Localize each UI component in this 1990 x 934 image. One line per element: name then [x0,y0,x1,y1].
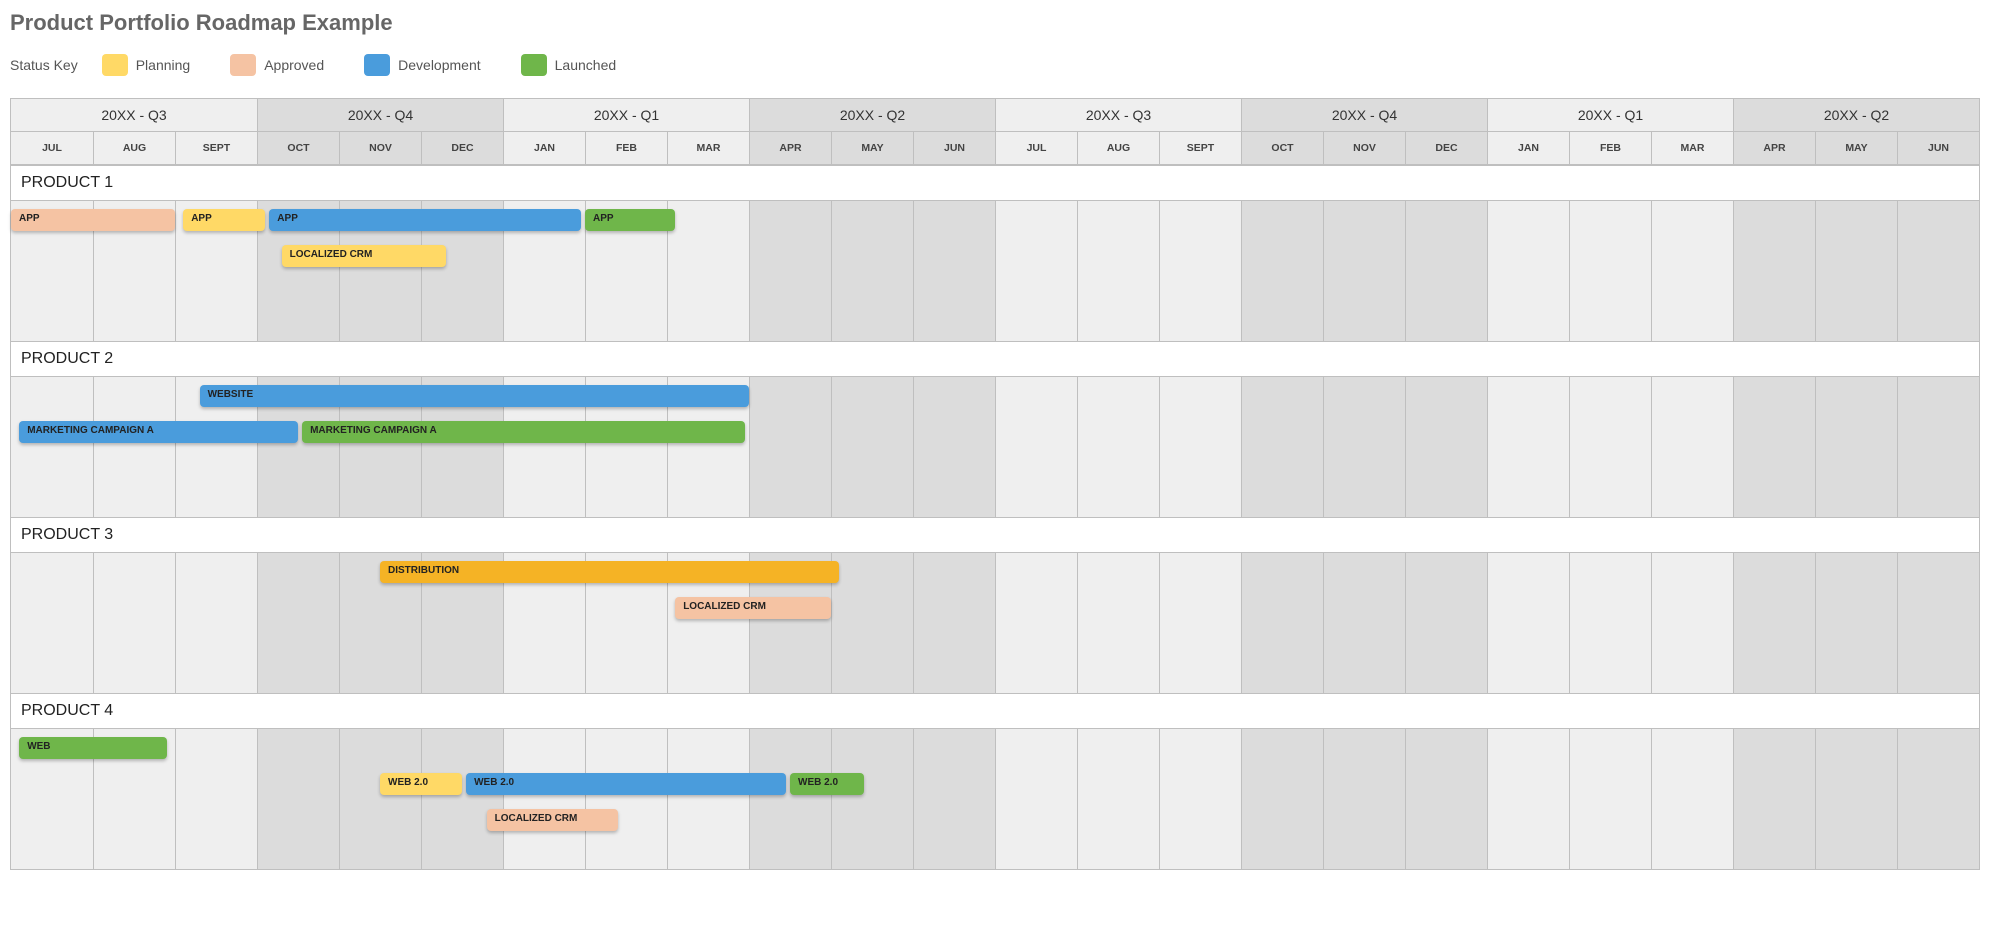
gantt-bar[interactable]: APP [11,209,175,231]
month-header: JUL [11,132,93,165]
month-header: AUG [93,132,175,165]
product-header: PRODUCT 2 [11,341,1979,377]
month-header: FEB [585,132,667,165]
month-header: AUG [1077,132,1159,165]
quarter-header-row: 20XX - Q320XX - Q420XX - Q120XX - Q220XX… [11,99,1979,132]
legend-item: Launched [521,54,617,76]
quarter-header: 20XX - Q3 [995,99,1241,132]
legend-text: Approved [264,57,324,73]
legend-swatch [102,54,128,76]
month-header: MAR [1651,132,1733,165]
quarter-header: 20XX - Q4 [257,99,503,132]
quarter-header: 20XX - Q2 [749,99,995,132]
gantt-bar[interactable]: LOCALIZED CRM [487,809,618,831]
month-header: MAY [1815,132,1897,165]
month-header: NOV [339,132,421,165]
month-header: OCT [257,132,339,165]
product-track: APPAPPAPPAPPLOCALIZED CRM [11,201,1979,341]
gantt-bar[interactable]: DISTRIBUTION [380,561,839,583]
product-track: DISTRIBUTION LOCALIZED CRM [11,553,1979,693]
roadmap-chart: 20XX - Q320XX - Q420XX - Q120XX - Q220XX… [10,98,1980,870]
month-header: JAN [503,132,585,165]
gantt-bar[interactable]: APP [585,209,675,231]
status-legend: Status Key Planning Approved Development La… [10,54,1980,76]
gantt-bar[interactable]: WEB 2.0 [380,773,462,795]
legend-text: Planning [136,57,191,73]
legend-swatch [364,54,390,76]
product-header: PRODUCT 4 [11,693,1979,729]
month-header: DEC [421,132,503,165]
month-header: JUN [913,132,995,165]
gantt-bar[interactable]: LOCALIZED CRM [675,597,831,619]
month-header: OCT [1241,132,1323,165]
quarter-header: 20XX - Q4 [1241,99,1487,132]
month-header: MAY [831,132,913,165]
quarter-header: 20XX - Q3 [11,99,257,132]
gantt-bar[interactable]: WEB 2.0 [790,773,864,795]
month-header: DEC [1405,132,1487,165]
product-header: PRODUCT 1 [11,165,1979,201]
month-header: SEPT [1159,132,1241,165]
gantt-bar[interactable]: WEB [19,737,167,759]
legend-text: Development [398,57,481,73]
month-header: JUN [1897,132,1979,165]
gantt-bar[interactable]: MARKETING CAMPAIGN A [302,421,745,443]
month-header: APR [749,132,831,165]
legend-item: Planning [102,54,191,76]
month-header: FEB [1569,132,1651,165]
legend-label: Status Key [10,57,78,73]
quarter-header: 20XX - Q1 [503,99,749,132]
gantt-bar[interactable]: WEBSITE [200,385,749,407]
gantt-bar[interactable]: APP [269,209,581,231]
gantt-bar[interactable]: WEB 2.0 [466,773,786,795]
month-header: SEPT [175,132,257,165]
legend-swatch [230,54,256,76]
month-header: NOV [1323,132,1405,165]
legend-text: Launched [555,57,617,73]
month-header-row: JULAUGSEPTOCTNOVDECJANFEBMARAPRMAYJUNJUL… [11,132,1979,165]
gantt-bar[interactable]: APP [183,209,265,231]
legend-item: Development [364,54,481,76]
month-header: MAR [667,132,749,165]
page-title: Product Portfolio Roadmap Example [10,10,1980,36]
quarter-header: 20XX - Q2 [1733,99,1979,132]
product-track: WEBSITE MARKETING CAMPAIGN AMARKETING CAM… [11,377,1979,517]
product-header: PRODUCT 3 [11,517,1979,553]
gantt-bar[interactable]: LOCALIZED CRM [282,245,446,267]
product-track: WEBWEB 2.0WEB 2.0WEB 2.0LOCALIZED CRM [11,729,1979,869]
month-header: JUL [995,132,1077,165]
legend-item: Approved [230,54,324,76]
gantt-bar[interactable]: MARKETING CAMPAIGN A [19,421,298,443]
legend-swatch [521,54,547,76]
month-header: APR [1733,132,1815,165]
quarter-header: 20XX - Q1 [1487,99,1733,132]
month-header: JAN [1487,132,1569,165]
